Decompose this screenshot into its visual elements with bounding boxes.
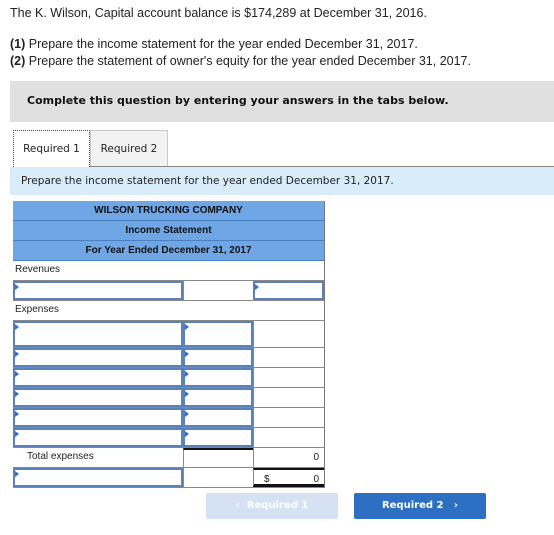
expense-total-cell [253, 321, 324, 347]
prev-button-label: Required 1 [246, 500, 309, 511]
expense-account-input[interactable] [13, 408, 183, 427]
instruction-text: Complete this question by entering your … [27, 94, 449, 107]
tab-required-1[interactable]: Required 1 [13, 130, 90, 167]
requirement-2-desc: Prepare the statement of owner's equity … [25, 54, 471, 68]
tab-required-2[interactable]: Required 2 [90, 130, 168, 167]
expense-amount-input[interactable] [183, 321, 253, 347]
currency-symbol: $ [264, 474, 270, 485]
requirement-1-desc: Prepare the income statement for the yea… [25, 37, 418, 51]
requirement-2-number: (2) [10, 54, 26, 68]
expense-row [13, 388, 325, 408]
expense-row [13, 321, 325, 348]
revenue-account-input[interactable] [13, 281, 183, 300]
expense-amount-input[interactable] [183, 408, 253, 427]
revenue-row [13, 281, 325, 301]
expense-total-cell [253, 368, 324, 387]
expenses-label-row: Expenses [13, 301, 325, 321]
expense-total-cell [253, 408, 324, 427]
requirement-2-text: (2) Prepare the statement of owner's equ… [10, 53, 471, 70]
expense-account-input[interactable] [13, 388, 183, 407]
net-income-row: $ 0 [13, 468, 325, 488]
expense-total-cell [253, 348, 324, 367]
expense-row [13, 368, 325, 388]
capital-balance-text: The K. Wilson, Capital account balance i… [10, 6, 427, 20]
expense-account-input[interactable] [13, 348, 183, 367]
expense-account-input[interactable] [13, 321, 183, 347]
statement-period: For Year Ended December 31, 2017 [13, 241, 325, 261]
income-statement-table: WILSON TRUCKING COMPANY Income Statement… [13, 201, 325, 488]
revenues-label: Revenues [15, 264, 61, 275]
expense-row [13, 428, 325, 448]
tab-prompt: Prepare the income statement for the yea… [10, 167, 554, 195]
chevron-left-icon: ‹ [235, 500, 247, 511]
instruction-banner: Complete this question by entering your … [10, 81, 554, 122]
chevron-right-icon: › [443, 500, 459, 511]
net-income-label-input[interactable] [13, 468, 183, 487]
statement-title: Income Statement [13, 221, 325, 241]
requirement-1-text: (1) Prepare the income statement for the… [10, 36, 471, 53]
next-required-2-button[interactable]: Required 2 › [354, 493, 486, 519]
revenue-blank-cell [183, 281, 253, 300]
expense-total-cell [253, 428, 324, 447]
problem-intro: The K. Wilson, Capital account balance i… [10, 5, 471, 70]
net-income-value: 0 [313, 474, 319, 485]
company-name: WILSON TRUCKING COMPANY [13, 201, 325, 221]
revenue-amount-input[interactable] [253, 281, 324, 300]
prev-required-1-button[interactable]: ‹ Required 1 [206, 493, 338, 519]
expense-amount-input[interactable] [183, 368, 253, 387]
expense-account-input[interactable] [13, 368, 183, 387]
net-income-blank-cell [183, 468, 253, 487]
total-expenses-value: 0 [253, 448, 324, 467]
expense-row [13, 348, 325, 368]
prompt-text: Prepare the income statement for the yea… [21, 175, 394, 187]
expense-row [13, 408, 325, 428]
expense-account-input[interactable] [13, 428, 183, 447]
expense-amount-input[interactable] [183, 348, 253, 367]
expenses-label: Expenses [15, 304, 59, 315]
total-expenses-row: Total expenses 0 [13, 448, 325, 468]
expense-amount-input[interactable] [183, 428, 253, 447]
expense-total-cell [253, 388, 324, 407]
requirement-1-number: (1) [10, 37, 26, 51]
revenues-label-row: Revenues [13, 261, 325, 281]
total-expenses-label: Total expenses [27, 451, 94, 462]
net-income-cell: $ 0 [253, 468, 324, 487]
total-expenses-blank-cell [183, 448, 253, 467]
next-button-label: Required 2 [381, 500, 444, 511]
expense-amount-input[interactable] [183, 388, 253, 407]
